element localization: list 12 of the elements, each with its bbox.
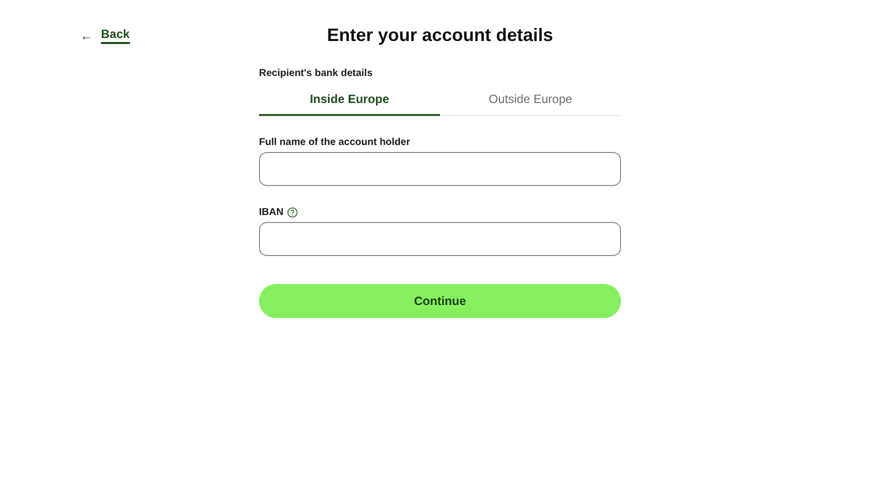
field-label: IBAN	[259, 206, 284, 218]
input-field[interactable]	[259, 222, 621, 256]
back-arrow-icon: ←	[80, 28, 93, 43]
back-link[interactable]: ← Back	[80, 27, 130, 44]
tab[interactable]: Inside Europe	[259, 87, 440, 116]
input-field[interactable]	[259, 152, 621, 186]
field-label: Full name of the account holder	[259, 136, 410, 148]
tab[interactable]: Outside Europe	[440, 87, 621, 116]
help-icon[interactable]	[287, 206, 298, 218]
page-title: Enter your account details	[326, 25, 554, 46]
continue-button[interactable]: Continue	[259, 284, 621, 318]
section-label: Recipient's bank details	[259, 68, 374, 79]
